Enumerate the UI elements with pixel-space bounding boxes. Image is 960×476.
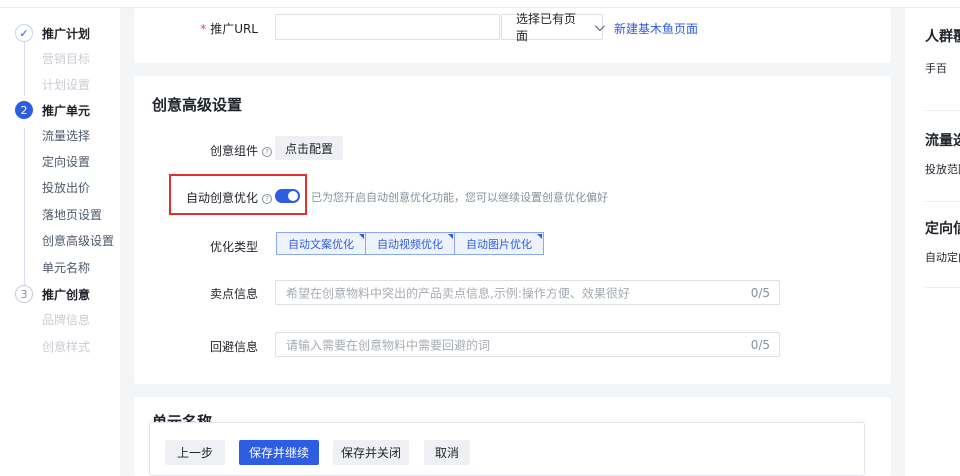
summary-value: 自动定向: [925, 251, 960, 264]
auto-opt-toggle[interactable]: [275, 189, 300, 203]
sidebar-item-landing[interactable]: 落地页设置: [42, 206, 102, 223]
section-title: 创意高级设置: [152, 96, 243, 114]
configure-button[interactable]: 点击配置: [275, 136, 343, 160]
summary-title: 定向信: [925, 221, 960, 237]
step-number: 2: [15, 101, 33, 119]
divider: [925, 110, 960, 111]
summary-value: 手百: [925, 62, 947, 75]
selected-corner-icon: [359, 234, 364, 239]
step-title: 推广单元: [42, 103, 91, 118]
summary-value: 投放范围: [925, 163, 960, 176]
required-mark: *: [200, 22, 207, 36]
divider: [925, 287, 960, 288]
step-creative[interactable]: 3 推广创意: [15, 285, 90, 303]
sidebar-item-creative-advanced[interactable]: 创意高级设置: [42, 232, 114, 249]
divider: [925, 201, 960, 202]
opt-chip-image[interactable]: 自动图片优化: [454, 232, 544, 255]
step-sidebar: ✓ 推广计划 营销目标 计划设置 2 推广单元 流量选择 定向设置 投放出价 落…: [0, 8, 120, 476]
url-label: * 推广URL: [200, 22, 258, 36]
step-connector: [24, 128, 25, 288]
url-input[interactable]: [275, 14, 500, 40]
prev-button[interactable]: 上一步: [165, 440, 225, 465]
sidebar-item-unit-name[interactable]: 单元名称: [42, 259, 90, 276]
cancel-button[interactable]: 取消: [424, 440, 470, 465]
char-count: 0/5: [750, 337, 770, 352]
sidebar-item-bidding[interactable]: 投放出价: [42, 179, 90, 196]
selling-input[interactable]: 希望在创意物料中突出的产品卖点信息,示例:操作方便、效果很好 0/5: [275, 280, 780, 305]
step-unit[interactable]: 2 推广单元: [15, 101, 90, 119]
step-plan[interactable]: ✓ 推广计划: [15, 24, 90, 42]
step-title: 推广计划: [42, 26, 91, 41]
sidebar-item-plan-settings[interactable]: 计划设置: [42, 76, 90, 93]
avoid-input[interactable]: 请输入需要在创意物料中需要回避的词 0/5: [275, 332, 780, 357]
top-strip: [0, 0, 960, 8]
sidebar-item-marketing-goal[interactable]: 营销目标: [42, 50, 90, 67]
summary-title: 人群覆: [925, 29, 960, 45]
summary-panel: 人群覆 手百 流量选 投放范围 定向信 自动定向: [905, 8, 960, 476]
toggle-knob: [288, 191, 298, 201]
sidebar-item-creative-style[interactable]: 创意样式: [42, 338, 90, 355]
component-label: 创意组件?: [190, 142, 272, 159]
new-page-link[interactable]: 新建基木鱼页面: [614, 20, 698, 37]
char-count: 0/5: [750, 285, 770, 300]
help-icon[interactable]: ?: [262, 147, 272, 157]
step-connector: [24, 38, 25, 96]
step-title: 推广创意: [42, 287, 91, 302]
save-close-button[interactable]: 保存并关闭: [333, 440, 409, 465]
summary-title: 流量选: [925, 133, 960, 149]
auto-opt-label: 自动创意优化?: [166, 189, 272, 206]
avoid-label: 回避信息: [209, 340, 258, 354]
opt-type-label: 优化类型: [209, 240, 258, 254]
help-icon[interactable]: ?: [262, 194, 272, 204]
sidebar-item-brand[interactable]: 品牌信息: [42, 311, 90, 328]
auto-opt-hint: 已为您开启自动创意优化功能，您可以继续设置创意优化偏好: [311, 191, 608, 204]
sidebar-item-targeting[interactable]: 定向设置: [42, 153, 90, 170]
selling-label: 卖点信息: [209, 287, 258, 301]
sidebar-item-traffic[interactable]: 流量选择: [42, 127, 90, 144]
opt-type-group: 自动文案优化 自动视频优化 自动图片优化: [276, 232, 544, 255]
selected-corner-icon: [448, 234, 453, 239]
page-select[interactable]: 选择已有页面: [501, 12, 605, 43]
opt-chip-copy[interactable]: 自动文案优化: [276, 232, 366, 255]
opt-chip-video[interactable]: 自动视频优化: [365, 232, 455, 255]
step-number: 3: [15, 285, 33, 303]
check-icon: ✓: [15, 24, 33, 42]
selected-corner-icon: [537, 234, 542, 239]
save-continue-button[interactable]: 保存并继续: [239, 440, 319, 465]
